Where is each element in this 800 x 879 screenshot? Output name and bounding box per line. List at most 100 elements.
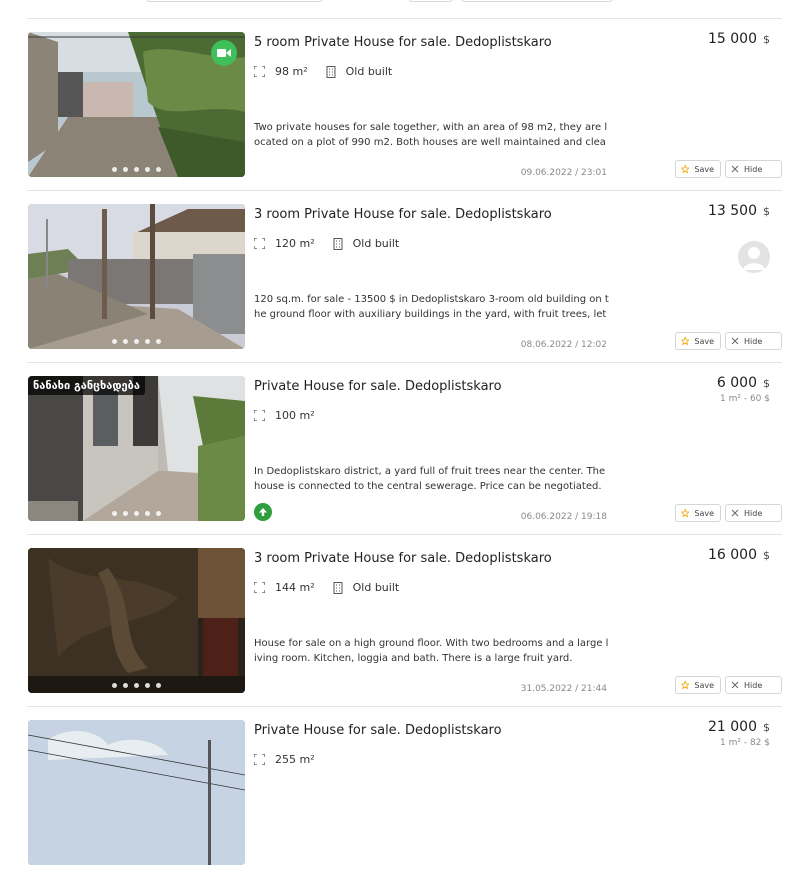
- listing-date: 08.06.2022 / 12:02: [520, 340, 607, 350]
- area-value: 144 m²: [275, 581, 315, 594]
- price-value: 21 000: [708, 719, 757, 735]
- save-button[interactable]: Save: [675, 676, 721, 694]
- listing-description: House for sale on a high ground floor. W…: [254, 638, 609, 664]
- area-icon: [254, 238, 265, 249]
- listing-photo[interactable]: [28, 548, 245, 693]
- listing-description: 120 sq.m. for sale - 13500 $ in Dedoplis…: [254, 294, 609, 320]
- price-value: 16 000: [708, 547, 757, 563]
- listing-specs: 144 m² Old built: [254, 581, 417, 594]
- listing-title[interactable]: 3 room Private House for sale. Dedoplist…: [254, 207, 552, 222]
- area-icon: [254, 410, 265, 421]
- listing-card[interactable]: ნანახი განცხადება Private House for sale…: [27, 362, 782, 535]
- currency: $: [763, 377, 770, 390]
- agent-avatar-icon[interactable]: [738, 241, 770, 273]
- listing-price: 16 000 $: [708, 547, 770, 563]
- listing-price: 13 500 $: [708, 203, 770, 219]
- price-value: 13 500: [708, 203, 757, 219]
- filter-field[interactable]: [146, 0, 323, 2]
- area-value: 120 m²: [275, 237, 315, 250]
- photo-interior: [28, 548, 245, 693]
- carousel-dots[interactable]: [28, 683, 245, 688]
- condition-value: Old built: [352, 581, 400, 594]
- listing-specs: 120 m² Old built: [254, 237, 417, 250]
- listing-description: In Dedoplistskaro district, a yard full …: [254, 466, 606, 492]
- carousel-dots[interactable]: [28, 511, 245, 516]
- save-label: Save: [694, 508, 714, 518]
- carousel-dots[interactable]: [28, 167, 245, 172]
- building-icon: [333, 581, 343, 594]
- star-icon: [681, 508, 690, 518]
- viewed-badge: ნანახი განცხადება: [28, 376, 145, 395]
- currency: $: [763, 205, 770, 218]
- area-value: 98 m²: [275, 65, 308, 78]
- top-filter-bar: [0, 0, 800, 18]
- building-icon: [333, 237, 343, 250]
- listing-photo[interactable]: [28, 32, 245, 177]
- price-value: 15 000: [708, 31, 757, 47]
- listing-description: Two private houses for sale together, wi…: [254, 122, 608, 148]
- area-icon: [254, 66, 265, 77]
- area-icon: [254, 582, 265, 593]
- boost-arrow-icon[interactable]: [254, 503, 272, 521]
- hide-label: Hide: [744, 508, 763, 518]
- hide-label: Hide: [744, 680, 763, 690]
- listing-date: 06.06.2022 / 19:18: [520, 512, 607, 522]
- hide-button[interactable]: Hide: [725, 504, 782, 522]
- condition-value: Old built: [352, 237, 400, 250]
- save-label: Save: [694, 336, 714, 346]
- listing-price: 21 000 $: [708, 719, 770, 735]
- filter-field[interactable]: [408, 0, 453, 2]
- listing-title[interactable]: 3 room Private House for sale. Dedoplist…: [254, 551, 552, 566]
- listing-card[interactable]: 3 room Private House for sale. Dedoplist…: [27, 190, 782, 363]
- photo-porch: [28, 376, 245, 521]
- listing-photo[interactable]: ნანახი განცხადება: [28, 376, 245, 521]
- listing-card[interactable]: 5 room Private House for sale. Dedoplist…: [27, 18, 782, 191]
- currency: $: [763, 721, 770, 734]
- listing-title[interactable]: 5 room Private House for sale. Dedoplist…: [254, 35, 552, 50]
- listing-specs: 98 m² Old built: [254, 65, 410, 78]
- close-icon: [731, 681, 739, 689]
- carousel-dots[interactable]: [28, 339, 245, 344]
- close-icon: [731, 165, 739, 173]
- condition-value: Old built: [345, 65, 393, 78]
- listing-card[interactable]: Private House for sale. Dedoplistskaro 2…: [27, 706, 782, 879]
- listing-title[interactable]: Private House for sale. Dedoplistskaro: [254, 723, 502, 738]
- close-icon: [731, 509, 739, 517]
- save-label: Save: [694, 680, 714, 690]
- listing-price: 15 000 $: [708, 31, 770, 47]
- hide-button[interactable]: Hide: [725, 160, 782, 178]
- area-value: 100 m²: [275, 409, 315, 422]
- video-icon[interactable]: [211, 40, 237, 66]
- currency: $: [763, 33, 770, 46]
- price-value: 6 000: [716, 375, 757, 391]
- listing-date: 31.05.2022 / 21:44: [520, 684, 607, 694]
- listing-date: 09.06.2022 / 23:01: [520, 168, 607, 178]
- hide-label: Hide: [744, 336, 763, 346]
- save-button[interactable]: Save: [675, 332, 721, 350]
- listing-photo[interactable]: [28, 720, 245, 865]
- save-button[interactable]: Save: [675, 160, 721, 178]
- star-icon: [681, 164, 690, 174]
- star-icon: [681, 680, 690, 690]
- save-label: Save: [694, 164, 714, 174]
- currency: $: [763, 549, 770, 562]
- star-icon: [681, 336, 690, 346]
- hide-button[interactable]: Hide: [725, 332, 782, 350]
- listing-title[interactable]: Private House for sale. Dedoplistskaro: [254, 379, 502, 394]
- photo-street: [28, 204, 245, 349]
- price-per-sqm: 1 m² - 82 $: [720, 738, 770, 748]
- area-icon: [254, 754, 265, 765]
- listing-specs: 255 m²: [254, 753, 333, 766]
- area-value: 255 m²: [275, 753, 315, 766]
- listing-specs: 100 m²: [254, 409, 333, 422]
- listing-photo[interactable]: [28, 204, 245, 349]
- building-icon: [326, 65, 336, 78]
- photo-sky: [28, 720, 245, 865]
- close-icon: [731, 337, 739, 345]
- listing-card[interactable]: 3 room Private House for sale. Dedoplist…: [27, 534, 782, 707]
- filter-field[interactable]: [461, 0, 613, 2]
- listing-price: 6 000 $: [717, 375, 770, 391]
- save-button[interactable]: Save: [675, 504, 721, 522]
- hide-button[interactable]: Hide: [725, 676, 782, 694]
- price-per-sqm: 1 m² - 60 $: [720, 394, 770, 404]
